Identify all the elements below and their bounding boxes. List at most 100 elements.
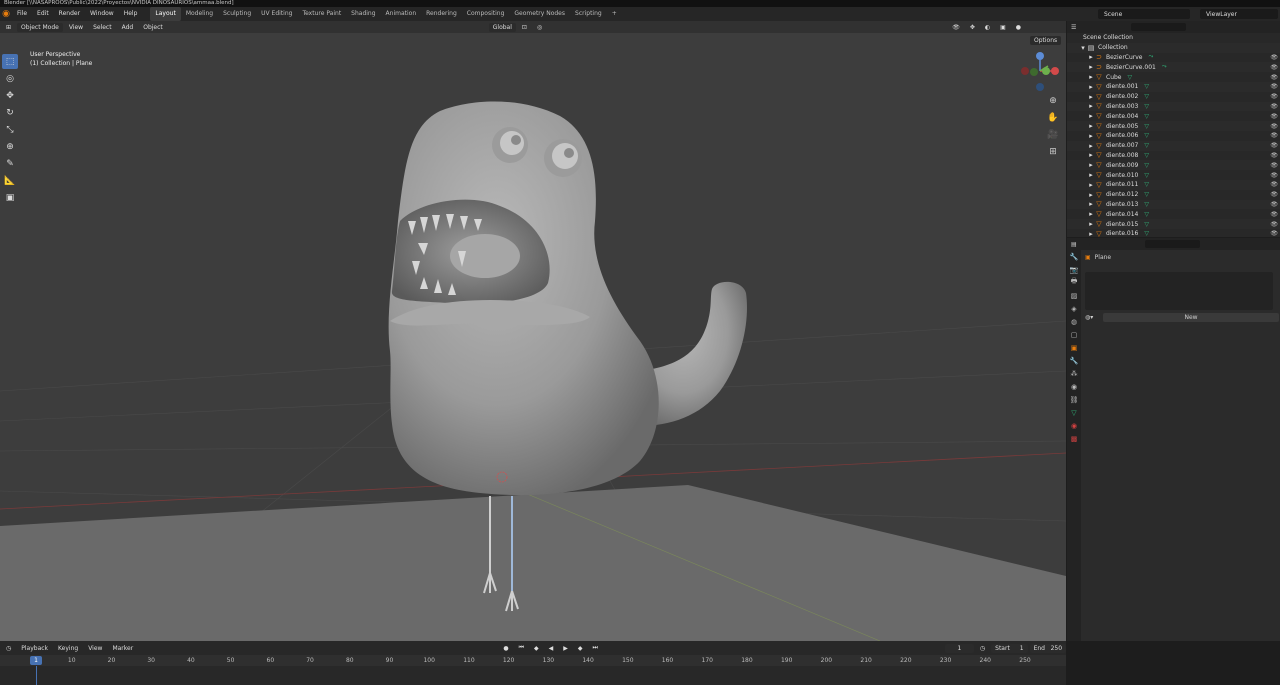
- physics-tab-icon[interactable]: ◉: [1067, 380, 1081, 393]
- outliner-item[interactable]: ▸ ▽ diente.006 ▽ 👁: [1067, 131, 1280, 141]
- overlay-icon[interactable]: ◐: [981, 23, 994, 32]
- outliner-item[interactable]: ▸ ▽ diente.012 ▽ 👁: [1067, 190, 1280, 200]
- menu-help[interactable]: Help: [119, 7, 143, 21]
- viewport-menu-view[interactable]: View: [65, 23, 87, 32]
- move-tool-icon[interactable]: ✥: [2, 88, 18, 103]
- current-frame-field[interactable]: 1: [945, 643, 974, 653]
- view-layer-tab-icon[interactable]: ▨: [1067, 289, 1081, 302]
- data-tab-icon[interactable]: ▽: [1067, 406, 1081, 419]
- visibility-eye-icon[interactable]: 👁: [1270, 103, 1278, 110]
- start-frame-field[interactable]: Start 1: [991, 643, 1028, 653]
- jump-start-icon[interactable]: ⏮: [515, 644, 528, 653]
- mesh-data-icon[interactable]: ▽: [1144, 230, 1149, 237]
- visibility-eye-icon[interactable]: 👁: [1270, 83, 1278, 90]
- mesh-data-icon[interactable]: ▽: [1144, 132, 1149, 139]
- transform-orientation-dropdown[interactable]: Global: [488, 22, 516, 32]
- visibility-eye-icon[interactable]: 👁: [1270, 181, 1278, 188]
- mesh-data-icon[interactable]: ▽: [1144, 93, 1149, 100]
- outliner-item[interactable]: ▸ ▽ diente.004 ▽ 👁: [1067, 111, 1280, 121]
- timeline-menu-marker[interactable]: Marker: [108, 644, 137, 653]
- mesh-data-icon[interactable]: ▽: [1144, 162, 1149, 169]
- mesh-data-icon[interactable]: ▽: [1144, 172, 1149, 179]
- outliner-scene-collection[interactable]: Scene Collection: [1067, 33, 1280, 43]
- play-reverse-icon[interactable]: ◀: [545, 644, 558, 653]
- annotate-tool-icon[interactable]: ✎: [2, 156, 18, 171]
- object-tab-icon[interactable]: ▣: [1067, 341, 1081, 354]
- add-workspace-button[interactable]: +: [607, 7, 622, 21]
- expand-arrow-icon[interactable]: ▸: [1087, 200, 1095, 208]
- output-tab-icon[interactable]: 🖶: [1067, 276, 1081, 289]
- expand-arrow-icon[interactable]: ▸: [1087, 112, 1095, 120]
- jump-end-icon[interactable]: ⏭: [588, 644, 601, 653]
- expand-arrow-icon[interactable]: ▸: [1087, 151, 1095, 159]
- properties-search-input[interactable]: [1144, 240, 1200, 248]
- record-icon[interactable]: ●: [499, 644, 512, 653]
- timeline-menu-view[interactable]: View: [84, 644, 106, 653]
- transform-tool-icon[interactable]: ⊕: [2, 139, 18, 154]
- tab-layout[interactable]: Layout: [150, 7, 181, 21]
- options-dropdown[interactable]: Options: [1030, 36, 1062, 45]
- select-box-tool-icon[interactable]: ⬚: [2, 54, 18, 69]
- tab-shading[interactable]: Shading: [346, 7, 380, 21]
- mesh-data-icon[interactable]: ▽: [1144, 181, 1149, 188]
- visibility-eye-icon[interactable]: 👁: [1270, 74, 1278, 81]
- visibility-eye-icon[interactable]: 👁: [1270, 123, 1278, 130]
- outliner-item[interactable]: ▸ ▽ diente.008 ▽ 👁: [1067, 151, 1280, 161]
- shading-solid-icon[interactable]: ●: [1012, 23, 1025, 32]
- expand-arrow-icon[interactable]: ▸: [1087, 161, 1095, 169]
- expand-arrow-icon[interactable]: ▸: [1087, 102, 1095, 110]
- material-slot-list[interactable]: [1085, 272, 1273, 310]
- visibility-icon[interactable]: 👁: [948, 23, 964, 32]
- rotate-tool-icon[interactable]: ↻: [2, 105, 18, 120]
- expand-arrow-icon[interactable]: ▸: [1087, 122, 1095, 130]
- viewport-menu-object[interactable]: Object: [139, 23, 167, 32]
- outliner-item[interactable]: ▸ ▽ diente.002 ▽ 👁: [1067, 92, 1280, 102]
- tab-sculpting[interactable]: Sculpting: [218, 7, 256, 21]
- tab-scripting[interactable]: Scripting: [570, 7, 607, 21]
- visibility-eye-icon[interactable]: 👁: [1270, 152, 1278, 159]
- xray-icon[interactable]: ▣: [996, 23, 1010, 32]
- curve-data-icon[interactable]: ⤳: [1162, 63, 1167, 71]
- mesh-data-icon[interactable]: ▽: [1144, 142, 1149, 149]
- material-tab-icon[interactable]: ◉: [1067, 419, 1081, 432]
- mesh-data-icon[interactable]: ▽: [1144, 123, 1149, 130]
- mesh-data-icon[interactable]: ▽: [1144, 191, 1149, 198]
- expand-arrow-icon[interactable]: ▸: [1087, 73, 1095, 81]
- outliner-search-input[interactable]: [1131, 23, 1187, 31]
- tab-geometry-nodes[interactable]: Geometry Nodes: [509, 7, 570, 21]
- visibility-eye-icon[interactable]: 👁: [1270, 172, 1278, 179]
- mesh-data-icon[interactable]: ▽: [1144, 211, 1149, 218]
- mesh-data-icon[interactable]: ▽: [1144, 201, 1149, 208]
- visibility-eye-icon[interactable]: 👁: [1270, 142, 1278, 149]
- outliner-item[interactable]: ▸ ▽ diente.016 ▽ 👁: [1067, 229, 1280, 237]
- gizmo-icon[interactable]: ✥: [966, 23, 979, 32]
- expand-arrow-icon[interactable]: ▸: [1087, 132, 1095, 140]
- expand-arrow-icon[interactable]: ▸: [1087, 63, 1095, 71]
- viewport-menu-add[interactable]: Add: [118, 23, 138, 32]
- outliner-item[interactable]: ▸ ▽ diente.005 ▽ 👁: [1067, 121, 1280, 131]
- proportional-edit-icon[interactable]: ◎: [533, 23, 546, 32]
- menu-file[interactable]: File: [12, 7, 32, 21]
- material-browse-icon[interactable]: ◍▾: [1085, 314, 1103, 321]
- visibility-eye-icon[interactable]: 👁: [1270, 162, 1278, 169]
- texture-tab-icon[interactable]: ▩: [1067, 432, 1081, 445]
- expand-arrow-icon[interactable]: ▸: [1087, 93, 1095, 101]
- visibility-eye-icon[interactable]: 👁: [1270, 64, 1278, 71]
- editor-type-icon[interactable]: ⊞: [2, 23, 15, 32]
- particles-tab-icon[interactable]: ⁂: [1067, 367, 1081, 380]
- new-material-button[interactable]: New: [1103, 313, 1279, 322]
- next-key-icon[interactable]: ◆: [574, 644, 587, 653]
- menu-window[interactable]: Window: [85, 7, 119, 21]
- timeline-menu-playback[interactable]: Playback: [17, 644, 52, 653]
- scene-selector[interactable]: Scene: [1098, 9, 1190, 19]
- outliner-item[interactable]: ▸ ▽ diente.014 ▽ 👁: [1067, 209, 1280, 219]
- 3d-viewport[interactable]: ⊞ Object Mode View Select Add Object Glo…: [0, 21, 1066, 641]
- outliner-item[interactable]: ▸ ▽ diente.015 ▽ 👁: [1067, 219, 1280, 229]
- tab-animation[interactable]: Animation: [381, 7, 422, 21]
- measure-tool-icon[interactable]: 📐: [2, 173, 18, 188]
- outliner-item[interactable]: ▸ ▽ diente.009 ▽ 👁: [1067, 160, 1280, 171]
- constraints-tab-icon[interactable]: ⛓: [1067, 393, 1081, 406]
- mesh-data-icon[interactable]: ▽: [1128, 74, 1133, 81]
- outliner-item[interactable]: ▸ ▽ diente.007 ▽ 👁: [1067, 140, 1280, 151]
- expand-arrow-icon[interactable]: ▸: [1087, 83, 1095, 91]
